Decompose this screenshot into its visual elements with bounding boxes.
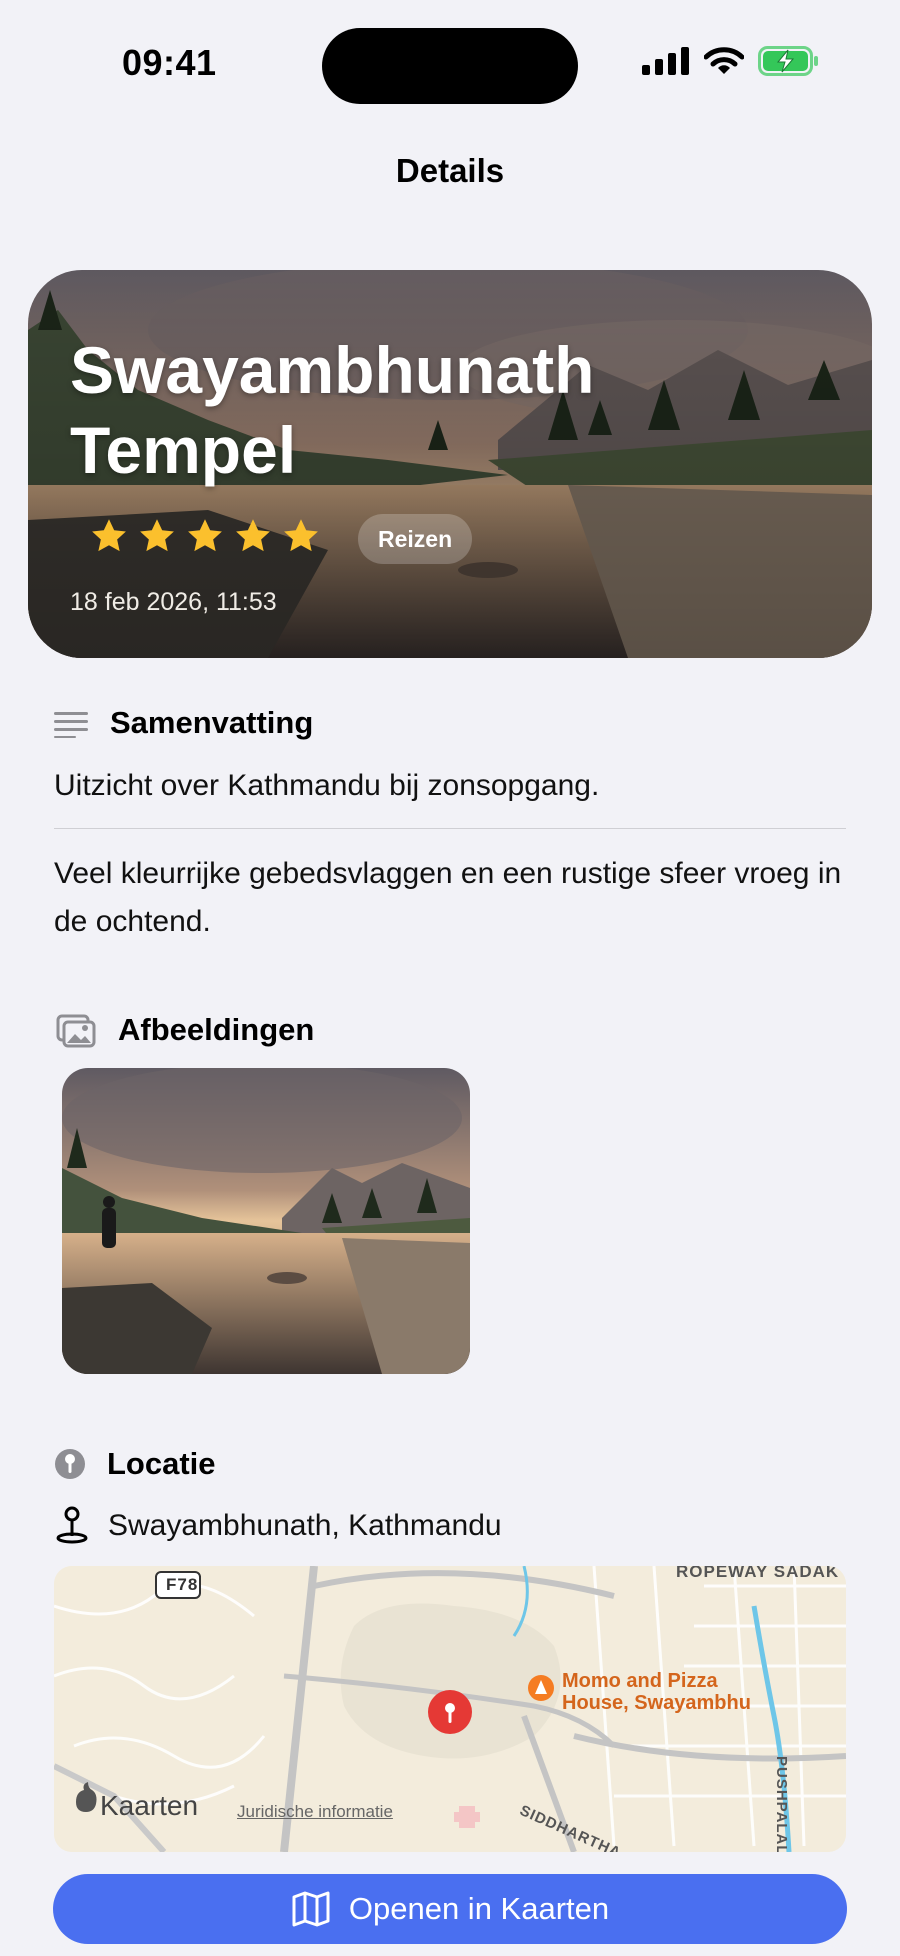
location-heading: Locatie [107, 1446, 216, 1481]
hero-title: Swayambhunath Tempel [70, 333, 595, 487]
star-icon [92, 519, 126, 552]
maps-brand: Kaarten [100, 1790, 199, 1821]
location-pin-icon [54, 1448, 86, 1480]
road-badge: F78 [166, 1575, 199, 1594]
status-icons [642, 46, 820, 76]
category-tag: Reizen [358, 514, 473, 564]
signal-icon [642, 47, 689, 75]
map-pin-icon [56, 1506, 88, 1544]
page-title: Details [395, 152, 505, 189]
open-in-maps-label: Openen in Kaarten [348, 1891, 610, 1926]
map-street-right: PUSHPALAL [773, 1756, 790, 1852]
summary-long: Veel kleurrijke gebedsvlaggen en een rus… [54, 857, 842, 938]
hero-date: 18 feb 2026, 11:53 [70, 588, 277, 616]
star-icon [236, 519, 270, 552]
wifi-icon [704, 47, 744, 74]
summary-short: Uitzicht over Kathmandu bij zonsopgang. [54, 769, 600, 802]
map-poi-label: Momo and Pizza House, Swayambhu [562, 1670, 751, 1714]
summary-heading: Samenvatting [110, 705, 314, 740]
map-street-top: ROPEWAY SADAK [676, 1566, 840, 1581]
battery-charging-icon [758, 46, 818, 76]
location-place: Swayambhunath, Kathmandu [108, 1509, 502, 1542]
photos-icon [56, 1014, 96, 1048]
rating-stars [90, 518, 320, 554]
open-in-maps-button[interactable]: Openen in Kaarten [53, 1874, 847, 1944]
star-icon [140, 519, 174, 552]
legal-link[interactable]: Juridische informatie [237, 1802, 393, 1822]
star-icon [188, 519, 222, 552]
status-time: 09:41 [122, 42, 217, 83]
text-lines-icon [54, 710, 88, 738]
dynamic-island [322, 28, 578, 104]
map-icon [292, 1891, 330, 1927]
hero-card: Swayambhunath Tempel Reizen 18 feb 2026,… [28, 270, 872, 658]
map-view[interactable]: F78 ROPEWAY SADAK Momo and Pizza House, … [54, 1566, 846, 1852]
image-thumbnail[interactable] [62, 1068, 470, 1374]
star-icon [284, 519, 318, 552]
images-heading: Afbeeldingen [118, 1012, 315, 1047]
divider [54, 828, 846, 829]
